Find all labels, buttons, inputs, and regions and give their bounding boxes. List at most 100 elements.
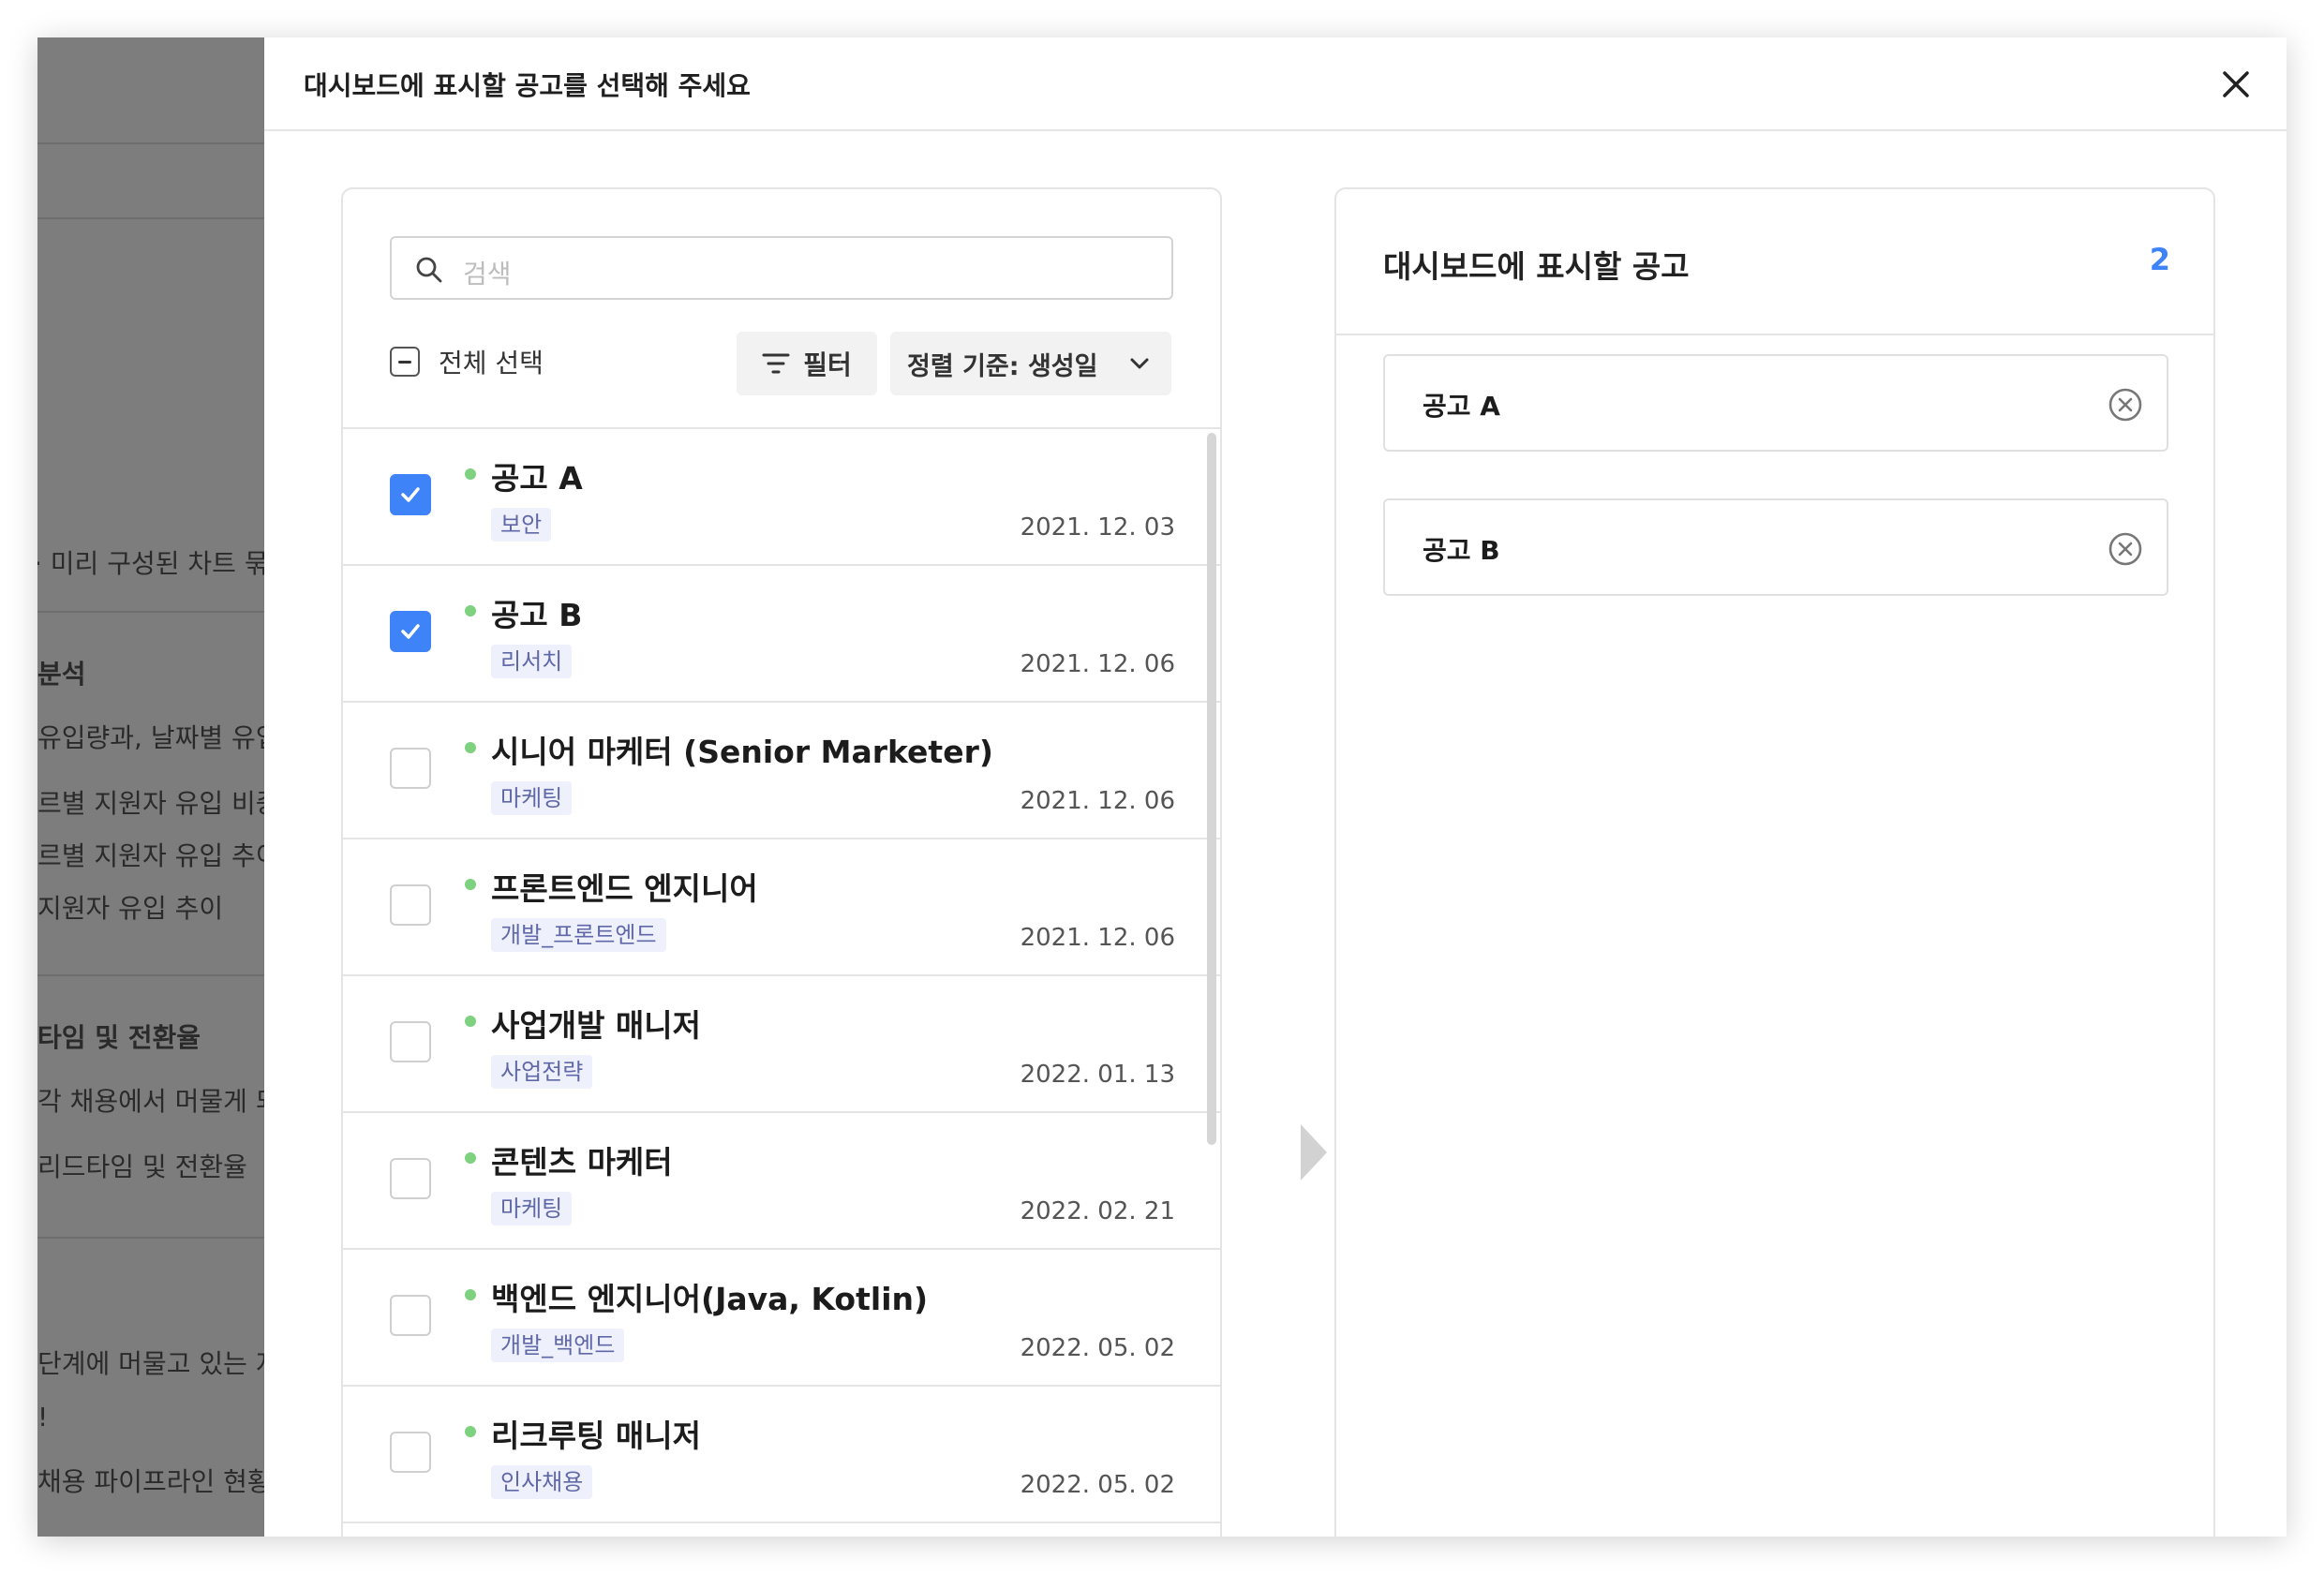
selected-item-label: 공고 B: [1423, 535, 1500, 566]
status-dot-icon: [465, 468, 476, 480]
posting-date: 2021. 12. 06: [1020, 787, 1175, 815]
posting-row[interactable]: 리크루팅 매니저인사채용 2022. 05. 02: [343, 1387, 1220, 1523]
bg-link: 르별 지원자 유입 비중: [37, 788, 264, 819]
posting-date: 2022. 02. 21: [1020, 1197, 1175, 1225]
indeterminate-checkbox-icon: [390, 347, 420, 377]
posting-tag: 인사채용: [491, 1465, 593, 1499]
posting-tag: 개발_백엔드: [491, 1329, 625, 1362]
close-icon: [2223, 71, 2249, 97]
bg-link: 유입량과, 날짜별 유입: [37, 722, 264, 753]
postings-list-panel: 검색 전체 선택 필터 정렬 기준: 생성일 공고 A보안 2021. 12. …: [341, 187, 1222, 1537]
filter-label: 필터: [803, 349, 852, 380]
divider: [37, 974, 264, 976]
posting-title: 시니어 마케터 (Senior Marketer): [491, 734, 993, 770]
selected-count: 2: [2149, 242, 2170, 277]
posting-row[interactable]: 사업개발 매니저사업전략 2022. 01. 13: [343, 976, 1220, 1113]
posting-tag: 마케팅: [491, 1192, 573, 1225]
selected-panel-title: 대시보드에 표시할 공고: [1383, 248, 1690, 285]
posting-date: 2022. 05. 02: [1020, 1471, 1175, 1499]
posting-title: 백엔드 엔지니어(Java, Kotlin): [491, 1281, 929, 1317]
bg-link: 르별 지원자 유입 추이: [37, 840, 264, 871]
status-dot-icon: [465, 879, 476, 890]
selected-postings-panel: 대시보드에 표시할 공고 2 공고 A 공고 B: [1334, 187, 2215, 1537]
posting-tag: 마케팅: [491, 781, 573, 815]
search-icon: [416, 257, 442, 283]
background-page: · 미리 구성된 차트 묶 분석 유입량과, 날짜별 유입 르별 지원자 유입 …: [37, 37, 264, 1537]
divider: [37, 217, 264, 219]
posting-tag: 보안: [491, 508, 552, 542]
posting-checkbox[interactable]: [390, 474, 431, 515]
posting-row[interactable]: 시니어 마케터 (Senior Marketer) 마케팅 2021. 12. 06: [343, 703, 1220, 839]
bg-link: 단계에 머물고 있는 지: [37, 1348, 264, 1379]
close-button[interactable]: [2213, 62, 2258, 107]
posting-tag: 개발_프론트엔드: [491, 918, 666, 952]
selected-item: 공고 B: [1383, 498, 2168, 596]
posting-row[interactable]: 백엔드 엔지니어(Java, Kotlin) 개발_백엔드 2022. 05. 02: [343, 1250, 1220, 1387]
divider: [37, 1237, 264, 1239]
posting-checkbox[interactable]: [390, 1158, 431, 1199]
posting-date: 2022. 05. 02: [1020, 1334, 1175, 1362]
arrow-right-icon: [1301, 1124, 1327, 1180]
posting-date: 2021. 12. 06: [1020, 650, 1175, 678]
status-dot-icon: [465, 605, 476, 616]
remove-circle-icon[interactable]: [2107, 386, 2144, 423]
posting-row[interactable]: 공고 B 리서치 2021. 12. 06: [343, 566, 1220, 703]
posting-tag: 리서치: [491, 645, 573, 678]
select-all-checkbox[interactable]: 전체 선택: [390, 345, 544, 379]
check-icon: [401, 487, 420, 502]
posting-checkbox[interactable]: [390, 748, 431, 789]
chevron-down-icon: [1130, 358, 1149, 369]
filter-icon: [762, 353, 790, 374]
posting-checkbox[interactable]: [390, 884, 431, 926]
bg-section-heading: 분석: [37, 659, 86, 690]
posting-title: 콘텐츠 마케터: [491, 1144, 673, 1180]
status-dot-icon: [465, 1426, 476, 1437]
bg-link: !: [37, 1402, 49, 1433]
posting-date: 2022. 01. 13: [1020, 1061, 1175, 1089]
divider: [37, 611, 264, 613]
posting-checkbox[interactable]: [390, 611, 431, 652]
status-dot-icon: [465, 742, 476, 753]
posting-title: 공고 A: [491, 460, 583, 497]
selected-panel-header: 대시보드에 표시할 공고 2: [1336, 189, 2213, 335]
filter-button[interactable]: 필터: [737, 332, 877, 395]
status-dot-icon: [465, 1152, 476, 1164]
select-all-label: 전체 선택: [439, 348, 544, 379]
selected-item-label: 공고 A: [1423, 391, 1500, 422]
search-input[interactable]: 검색: [390, 236, 1173, 300]
bg-section-heading: 타임 및 전환율: [37, 1022, 201, 1053]
bg-link: 리드타임 및 전환율: [37, 1151, 247, 1182]
modal-title: 대시보드에 표시할 공고를 선택해 주세요: [304, 70, 751, 101]
posting-row[interactable]: 프론트엔드 엔지니어개발_프론트엔드 2021. 12. 06: [343, 839, 1220, 976]
posting-row[interactable]: 콘텐츠 마케터마케팅 2022. 02. 21: [343, 1113, 1220, 1250]
check-icon: [401, 624, 420, 639]
divider: [37, 142, 264, 144]
search-placeholder: 검색: [463, 259, 512, 290]
bg-link: 지원자 유입 추이: [37, 893, 224, 924]
screen: · 미리 구성된 차트 묶 분석 유입량과, 날짜별 유입 르별 지원자 유입 …: [37, 37, 2287, 1537]
sort-dropdown[interactable]: 정렬 기준: 생성일: [890, 332, 1171, 395]
posting-row[interactable]: 공고 A 보안 2021. 12. 03: [343, 429, 1220, 566]
posting-date: 2021. 12. 06: [1020, 924, 1175, 952]
selected-item: 공고 A: [1383, 354, 2168, 452]
remove-circle-icon[interactable]: [2107, 530, 2144, 568]
bg-text: · 미리 구성된 차트 묶: [37, 548, 264, 579]
posting-tag: 사업전략: [491, 1055, 593, 1089]
scrollbar[interactable]: [1207, 433, 1216, 1145]
bg-link: 각 채용에서 머물게 되: [37, 1086, 264, 1117]
posting-checkbox[interactable]: [390, 1021, 431, 1062]
select-postings-modal: 대시보드에 표시할 공고를 선택해 주세요 검색 전체 선택 필터 정렬 기준:…: [264, 37, 2287, 1537]
bg-link: 채용 파이프라인 현황: [37, 1466, 264, 1497]
sort-label: 정렬 기준: 생성일: [907, 351, 1098, 381]
modal-header: 대시보드에 표시할 공고를 선택해 주세요: [264, 37, 2287, 131]
status-dot-icon: [465, 1016, 476, 1027]
posting-title: 리크루팅 매니저: [491, 1418, 702, 1454]
posting-list: 공고 A 보안 2021. 12. 03 공고 B 리서치 2021. 12. 06 시니어…: [343, 427, 1220, 1523]
status-dot-icon: [465, 1289, 476, 1300]
posting-checkbox[interactable]: [390, 1295, 431, 1336]
posting-title: 사업개발 매니저: [491, 1007, 702, 1044]
posting-date: 2021. 12. 03: [1020, 513, 1175, 542]
posting-title: 공고 B: [491, 597, 583, 633]
posting-checkbox[interactable]: [390, 1432, 431, 1473]
posting-title: 프론트엔드 엔지니어: [491, 870, 758, 907]
